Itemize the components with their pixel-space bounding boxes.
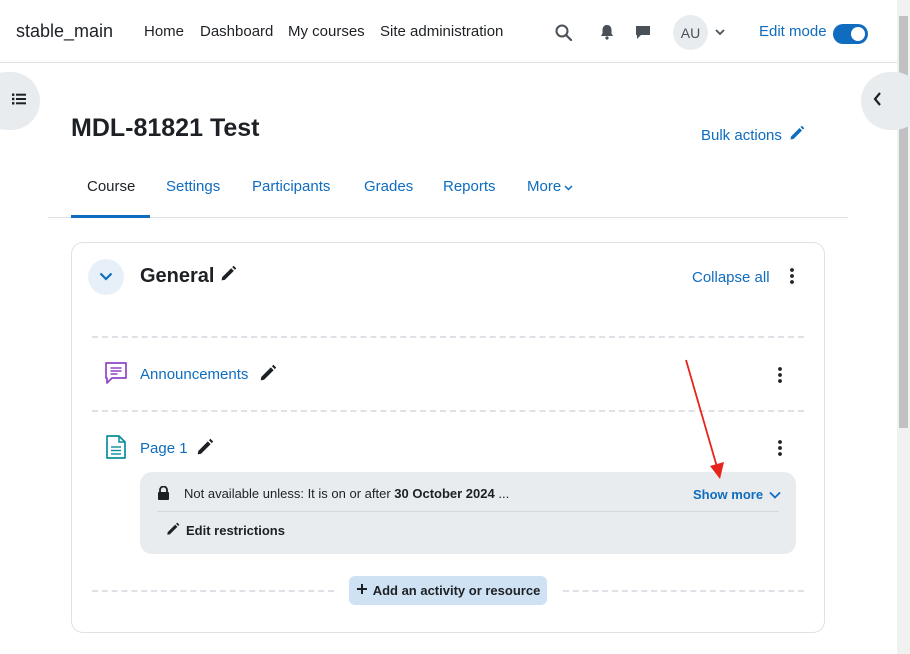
add-activity-button[interactable]: Add an activity or resource	[349, 576, 547, 605]
bulk-actions-label: Bulk actions	[701, 126, 782, 144]
pencil-icon[interactable]	[220, 265, 237, 288]
tab-grades[interactable]: Grades	[364, 178, 413, 195]
nav-site-administration[interactable]: Site administration	[380, 23, 503, 40]
edit-restrictions-button[interactable]: Edit restrictions	[166, 522, 285, 539]
show-more-button[interactable]: Show more	[693, 487, 781, 502]
toggle-knob	[851, 27, 865, 41]
block-drawer-toggle[interactable]	[861, 72, 910, 130]
top-navbar: stable_main Home Dashboard My courses Si…	[0, 0, 897, 63]
tab-more-label: More	[527, 178, 562, 195]
page-icon	[105, 434, 127, 465]
messages-icon[interactable]	[634, 22, 652, 42]
active-tab-indicator	[71, 215, 150, 218]
course-section-card	[71, 242, 825, 633]
activity-link-page-1[interactable]: Page 1	[140, 440, 188, 457]
bell-icon[interactable]	[598, 22, 616, 42]
pencil-icon[interactable]	[196, 438, 214, 461]
course-secondary-nav: Course Settings Participants Grades Repo…	[48, 160, 848, 218]
nav-dashboard[interactable]: Dashboard	[200, 23, 273, 40]
site-brand[interactable]: stable_main	[16, 21, 113, 42]
lock-icon	[157, 485, 170, 505]
edit-mode-label: Edit mode	[759, 23, 827, 40]
pencil-icon	[789, 125, 805, 145]
tab-settings[interactable]: Settings	[166, 178, 220, 195]
forum-icon	[103, 360, 129, 391]
user-menu-chevron-down-icon[interactable]	[714, 25, 726, 39]
section-collapse-button[interactable]	[88, 259, 124, 295]
chevron-left-icon	[873, 91, 882, 111]
pencil-icon	[166, 522, 180, 539]
search-icon[interactable]	[553, 22, 573, 42]
tab-participants[interactable]: Participants	[252, 178, 330, 195]
chevron-down-icon	[769, 487, 781, 502]
pencil-icon[interactable]	[259, 364, 277, 387]
bulk-actions-button[interactable]: Bulk actions	[701, 125, 805, 145]
activity-actions-kebab-icon[interactable]	[774, 365, 786, 385]
restriction-date: 30 October 2024	[394, 486, 495, 501]
collapse-all-link[interactable]: Collapse all	[692, 269, 770, 286]
tab-course[interactable]: Course	[87, 178, 135, 195]
edit-restrictions-label: Edit restrictions	[186, 523, 285, 538]
activity-divider	[92, 410, 804, 412]
user-avatar[interactable]: AU	[673, 15, 708, 50]
edit-mode-toggle[interactable]	[833, 24, 868, 44]
list-icon	[12, 92, 26, 110]
activity-link-announcements[interactable]: Announcements	[140, 366, 248, 383]
activity-divider	[92, 336, 804, 338]
activity-actions-kebab-icon[interactable]	[774, 438, 786, 458]
restriction-text: Not available unless: It is on or after …	[184, 486, 509, 501]
chevron-down-icon	[564, 178, 573, 195]
nav-my-courses[interactable]: My courses	[288, 23, 365, 40]
section-actions-kebab-icon[interactable]	[786, 266, 798, 286]
chevron-down-icon	[99, 268, 113, 286]
course-index-drawer-toggle[interactable]	[0, 72, 40, 130]
page-title: MDL-81821 Test	[71, 114, 260, 142]
add-activity-divider-right	[563, 590, 804, 592]
show-more-label: Show more	[693, 487, 764, 502]
nav-home[interactable]: Home	[144, 23, 184, 40]
section-title-group: General	[140, 265, 237, 288]
availability-restriction-box	[140, 472, 796, 554]
section-title: General	[140, 265, 215, 287]
plus-icon	[356, 583, 368, 598]
add-activity-label: Add an activity or resource	[372, 583, 541, 598]
restriction-prefix: Not available unless: It is on or after	[184, 486, 395, 501]
tab-reports[interactable]: Reports	[443, 178, 496, 195]
tab-more[interactable]: More	[527, 178, 573, 195]
restriction-suffix: ...	[494, 486, 510, 501]
restriction-divider	[157, 511, 779, 512]
add-activity-divider-left	[92, 590, 334, 592]
